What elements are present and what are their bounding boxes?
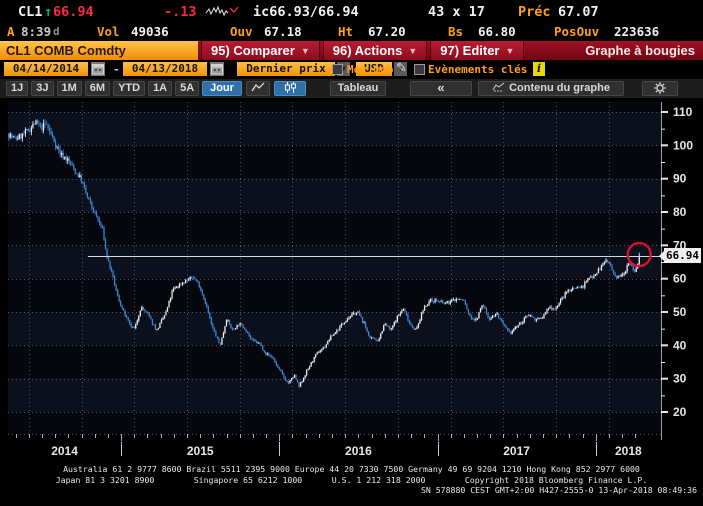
price-chart-canvas[interactable] [0, 98, 703, 460]
session-side: A [7, 24, 15, 39]
moving-average-label: Moy mob [347, 63, 393, 76]
price-change: -.13 [164, 4, 197, 20]
compare-menu-button[interactable]: 95) Comparer ▼ [201, 41, 320, 60]
table-view-button[interactable]: Tableau [330, 81, 386, 96]
bid-ask: ic66.93/66.94 [253, 4, 359, 20]
footer-contact-line-2: Japan 81 3 3201 8900 Singapore 65 6212 1… [0, 475, 703, 486]
period-button-3J[interactable]: 3J [31, 81, 53, 96]
moving-average-checkbox[interactable] [332, 64, 343, 75]
open-interest-value: 223636 [614, 24, 659, 39]
chart-panel: 66.94 [0, 98, 703, 460]
date-to-input[interactable]: 04/13/2018 [123, 62, 207, 76]
last-price-axis-tag: 66.94 [664, 248, 701, 263]
footer-session-info: SN 578880 CEST GMT+2:00 H427-2555-0 13-A… [0, 485, 703, 496]
period-buttons: 1J3J1M6MYTD1A5AMax [6, 81, 234, 96]
period-button-YTD[interactable]: YTD [113, 81, 145, 96]
chart-content-button[interactable]: Contenu du graphe [478, 81, 624, 96]
session-time: 8:39 [21, 24, 51, 39]
terminal-footer: Australia 61 2 9777 8600 Brazil 5511 239… [0, 460, 703, 506]
open-interest-label: PosOuv [554, 24, 599, 39]
price-type-select[interactable]: Dernier prix [237, 62, 335, 76]
interval-label: Jour [210, 82, 234, 94]
line-chart-type-button[interactable] [246, 81, 270, 96]
prev-close-label: Préc [518, 4, 551, 20]
edit-menu-button[interactable]: 97) Editer ▼ [430, 41, 524, 60]
bloomberg-terminal-window: CL1 ↑ 66.94 -.13 ic66.93/66.94 43 x 17 P… [0, 0, 703, 506]
delayed-flag: d [53, 25, 60, 38]
interval-select[interactable]: Jour ▼ [202, 81, 242, 96]
compare-menu-label: 95) Comparer [211, 43, 295, 58]
security-tab[interactable]: CL1 COMB Comdty [0, 41, 198, 60]
gear-icon [654, 82, 666, 94]
chevron-down-icon: ▼ [506, 46, 515, 56]
date-range-separator: - [113, 63, 120, 76]
edit-menu-label: 97) Editer [440, 43, 499, 58]
calendar-icon[interactable] [91, 62, 105, 76]
info-icon[interactable]: i [533, 62, 545, 76]
actions-menu-label: 96) Actions [333, 43, 403, 58]
candle-chart-type-button[interactable]: ▼ [274, 81, 306, 96]
open-value: 67.18 [264, 24, 302, 39]
date-from-input[interactable]: 04/14/2014 [4, 62, 88, 76]
candlestick-icon [284, 82, 297, 93]
volume-label: Vol [97, 24, 120, 39]
collapse-panel-button[interactable]: « [410, 81, 472, 96]
prev-close-value: 67.07 [558, 4, 599, 20]
chevron-down-icon: ▼ [301, 46, 310, 56]
tick-direction-arrow-icon: ↑ [44, 4, 52, 20]
last-price: 66.94 [53, 4, 94, 20]
period-button-5A[interactable]: 5A [175, 81, 199, 96]
low-label: Bs [448, 24, 463, 39]
chart-toolbar: 1J3J1M6MYTD1A5AMax Jour ▼ ▼ Tableau « Co… [0, 78, 703, 98]
chevron-down-icon: ▼ [408, 46, 417, 56]
low-value: 66.80 [478, 24, 516, 39]
filter-row: 04/14/2014 - 04/13/2018 Dernier prix ▼ U… [0, 60, 703, 78]
menu-bar: CL1 COMB Comdty 95) Comparer ▼ 96) Actio… [0, 41, 703, 60]
high-value: 67.20 [368, 24, 406, 39]
key-events-checkbox[interactable] [414, 64, 425, 75]
quote-row: CL1 ↑ 66.94 -.13 ic66.93/66.94 43 x 17 P… [0, 0, 703, 21]
footer-contact-line-1: Australia 61 2 9777 8600 Brazil 5511 239… [0, 464, 703, 475]
period-button-1J[interactable]: 1J [6, 81, 28, 96]
period-button-1M[interactable]: 1M [57, 81, 82, 96]
chart-content-label: Contenu du graphe [509, 82, 610, 94]
lot-size: 43 x 17 [428, 4, 485, 20]
function-title: Graphe à bougies [577, 41, 703, 60]
key-events-label: Evènements clés [428, 63, 527, 76]
stats-row: A 8:39 d Vol 49036 Ouv 67.18 Ht 67.20 Bs… [0, 21, 703, 41]
actions-menu-button[interactable]: 96) Actions ▼ [323, 41, 428, 60]
period-button-1A[interactable]: 1A [148, 81, 172, 96]
open-label: Ouv [230, 24, 253, 39]
ticker: CL1 [18, 4, 42, 20]
line-chart-icon [251, 82, 266, 93]
annotate-pencil-icon[interactable]: ✎ [396, 61, 407, 76]
volume-value: 49036 [131, 24, 169, 39]
period-button-6M[interactable]: 6M [85, 81, 110, 96]
calendar-icon[interactable] [210, 62, 224, 76]
chart-content-icon [492, 82, 506, 92]
settings-gear-button[interactable] [642, 81, 678, 96]
intraday-sparkline-icon [205, 3, 241, 18]
high-label: Ht [338, 24, 353, 39]
